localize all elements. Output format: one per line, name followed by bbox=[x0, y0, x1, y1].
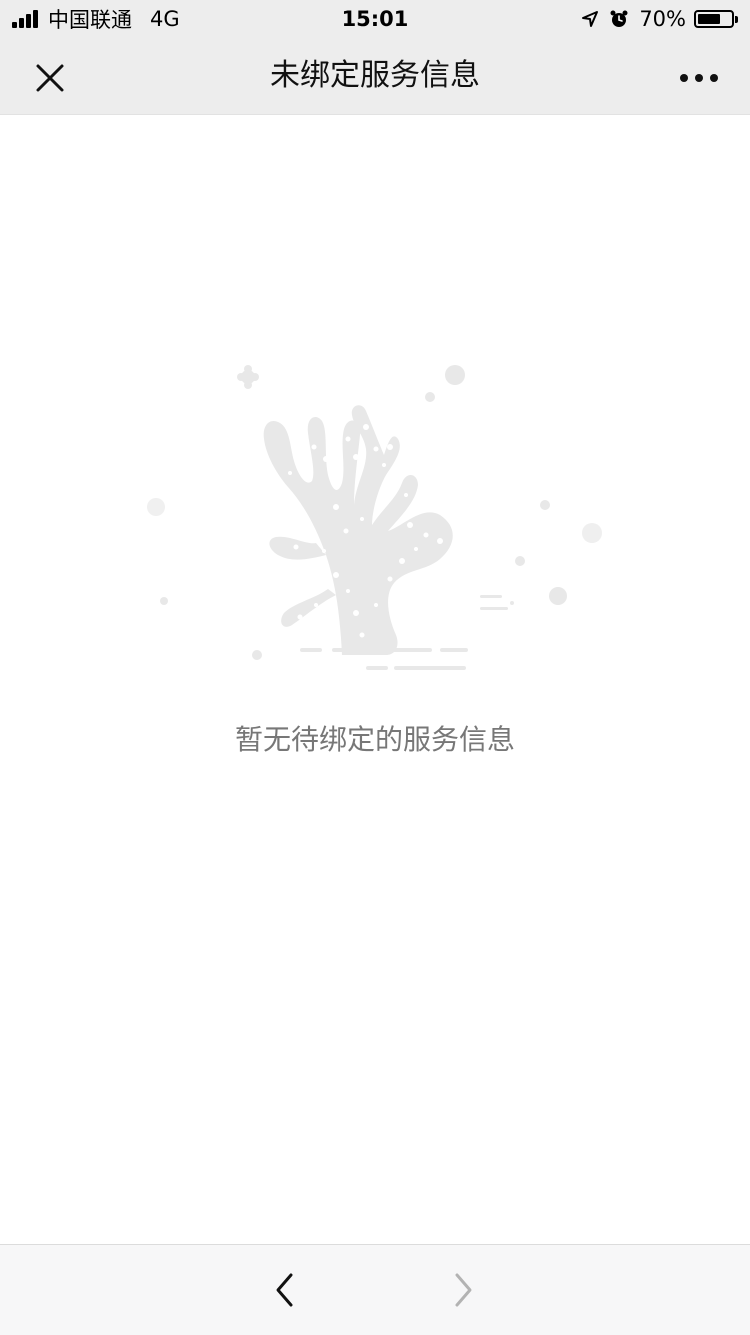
status-bar: 中国联通 4G 15:01 70% bbox=[0, 0, 750, 38]
forward-button[interactable] bbox=[440, 1267, 486, 1313]
more-button[interactable] bbox=[676, 58, 722, 98]
battery-fill bbox=[698, 14, 721, 24]
bottom-toolbar bbox=[0, 1244, 750, 1335]
back-button[interactable] bbox=[262, 1267, 308, 1313]
chevron-left-icon bbox=[276, 1273, 293, 1307]
empty-message: 暂无待绑定的服务信息 bbox=[234, 723, 515, 756]
status-right: 70% bbox=[581, 6, 738, 32]
page-title: 未绑定服务信息 bbox=[270, 58, 480, 93]
nav-bar: 未绑定服务信息 bbox=[0, 38, 750, 115]
chevron-right-icon bbox=[455, 1273, 472, 1307]
alarm-icon bbox=[609, 9, 629, 29]
battery-icon bbox=[694, 10, 738, 28]
empty-illustration bbox=[140, 355, 610, 685]
location-arrow-icon bbox=[581, 10, 599, 28]
battery-percent: 70% bbox=[639, 7, 686, 31]
more-icon bbox=[680, 74, 718, 82]
coral-icon bbox=[147, 365, 602, 670]
